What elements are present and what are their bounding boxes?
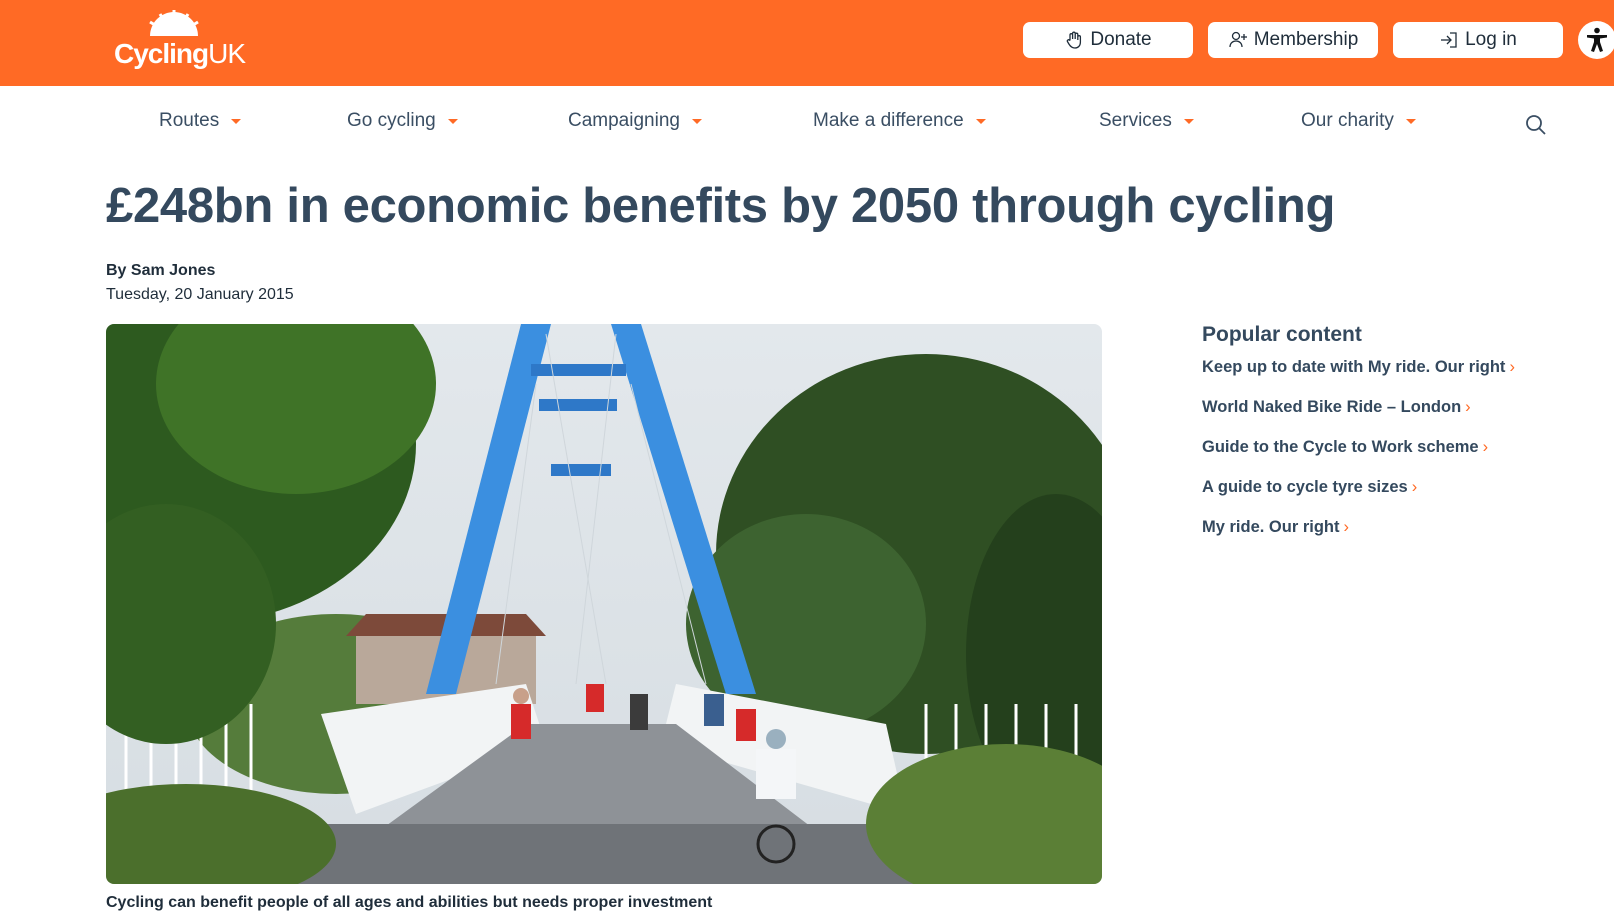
caret-down-icon: [691, 118, 702, 124]
hand-icon: [1067, 31, 1082, 49]
nav-item-our-charity[interactable]: Our charity: [1301, 110, 1416, 132]
cyclinguk-logo[interactable]: CyclingUK: [114, 8, 246, 72]
donate-button[interactable]: Donate: [1023, 22, 1193, 58]
page-title: £248bn in economic benefits by 2050 thro…: [106, 179, 1336, 233]
image-caption: Cycling can benefit people of all ages a…: [106, 894, 713, 911]
membership-button[interactable]: Membership: [1208, 22, 1378, 58]
nav-item-make-a-difference[interactable]: Make a difference: [813, 110, 986, 132]
nav-label: Services: [1099, 110, 1172, 131]
bridge-cyclists-photo: [106, 324, 1102, 884]
nav-label: Our charity: [1301, 110, 1394, 131]
popular-link-label: Guide to the Cycle to Work scheme: [1202, 438, 1479, 456]
popular-link-label: My ride. Our right: [1202, 518, 1340, 536]
nav-label: Campaigning: [568, 110, 680, 131]
top-bar: CyclingUK Donate Membership Log in: [0, 0, 1614, 86]
popular-content-title: Popular content: [1202, 323, 1362, 346]
nav-label: Go cycling: [347, 110, 436, 131]
logo-suffix: UK: [208, 38, 246, 69]
logo-name: Cycling: [114, 38, 209, 69]
accessibility-button[interactable]: [1578, 21, 1614, 59]
popular-link[interactable]: Guide to the Cycle to Work scheme ›: [1202, 438, 1515, 478]
logo-wordmark: CyclingUK: [114, 38, 246, 70]
chevron-right-icon: ›: [1482, 438, 1489, 456]
search-icon[interactable]: [1524, 113, 1548, 137]
author-byline: By Sam Jones: [106, 262, 216, 279]
chevron-right-icon: ›: [1465, 398, 1471, 416]
chevron-right-icon: ›: [1509, 358, 1515, 376]
caret-down-icon: [447, 118, 458, 124]
popular-link-label: Keep up to date with My ride. Our right: [1202, 358, 1506, 376]
chevron-right-icon: ›: [1343, 518, 1350, 536]
nav-label: Routes: [159, 110, 220, 131]
publish-date: Tuesday, 20 January 2015: [106, 286, 294, 303]
popular-link-label: A guide to cycle tyre sizes: [1202, 478, 1408, 496]
popular-link[interactable]: A guide to cycle tyre sizes ›: [1202, 478, 1515, 518]
caret-down-icon: [231, 118, 242, 124]
login-icon: [1441, 32, 1457, 48]
sun-logo-icon: [149, 10, 199, 36]
nav-item-services[interactable]: Services: [1099, 110, 1194, 132]
accessibility-icon: [1587, 27, 1607, 52]
donate-label: Donate: [1090, 29, 1152, 50]
membership-label: Membership: [1253, 29, 1359, 50]
login-label: Log in: [1465, 29, 1517, 50]
article-hero-image: [106, 324, 1102, 884]
nav-label: Make a difference: [813, 110, 964, 131]
popular-link-label: World Naked Bike Ride – London: [1202, 398, 1462, 416]
popular-content-list: Keep up to date with My ride. Our right ›…: [1202, 358, 1515, 558]
chevron-right-icon: ›: [1411, 478, 1418, 496]
login-button[interactable]: Log in: [1393, 22, 1563, 58]
add-user-icon: [1229, 31, 1247, 48]
popular-link[interactable]: World Naked Bike Ride – London ›: [1202, 398, 1515, 438]
nav-item-routes[interactable]: Routes: [159, 110, 242, 132]
caret-down-icon: [1405, 118, 1416, 124]
caret-down-icon: [975, 118, 986, 124]
nav-item-campaigning[interactable]: Campaigning: [568, 110, 702, 132]
main-nav: Routes Go cycling Campaigning Make a dif…: [0, 86, 1614, 162]
popular-link[interactable]: Keep up to date with My ride. Our right ›: [1202, 358, 1515, 398]
nav-item-go-cycling[interactable]: Go cycling: [347, 110, 458, 132]
popular-link[interactable]: My ride. Our right ›: [1202, 518, 1515, 558]
caret-down-icon: [1183, 118, 1194, 124]
